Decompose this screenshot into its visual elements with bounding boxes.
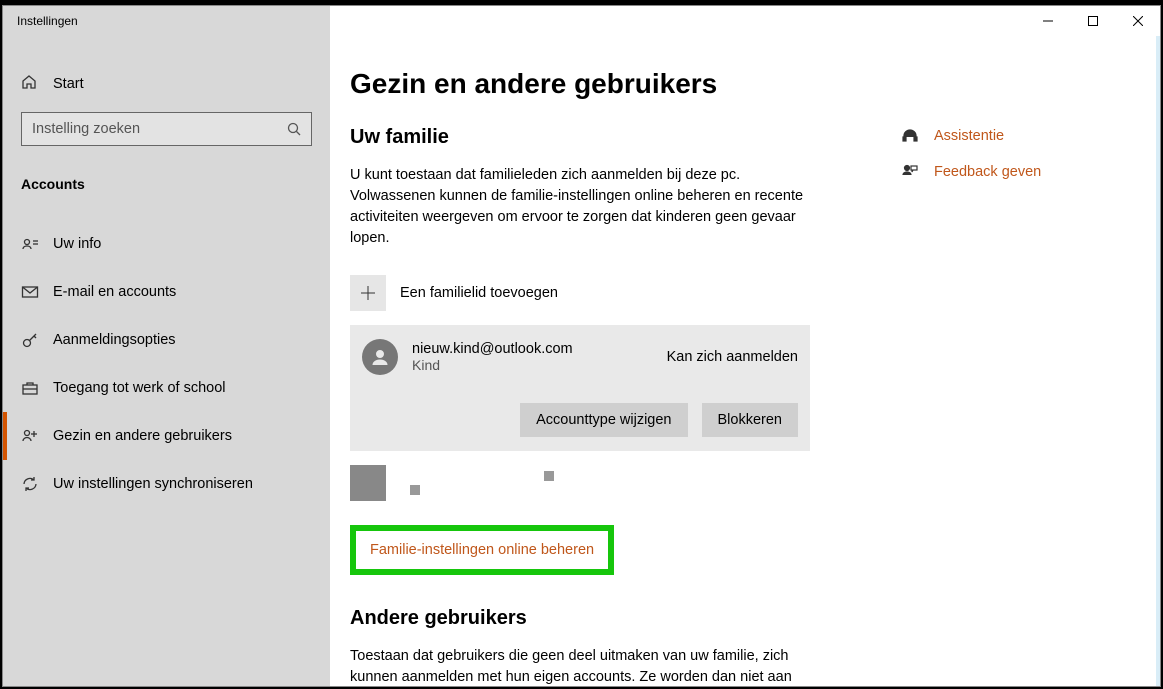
- feedback-link[interactable]: Feedback geven: [900, 162, 1120, 182]
- feedback-label: Feedback geven: [934, 164, 1041, 180]
- content-column: Uw familie U kunt toestaan dat familiele…: [350, 126, 810, 686]
- sidebar-item-signin-options[interactable]: Aanmeldingsopties: [3, 316, 330, 364]
- window-controls: [1025, 6, 1160, 36]
- search-icon: [287, 122, 301, 136]
- family-description: U kunt toestaan dat familieleden zich aa…: [350, 165, 810, 249]
- home-icon: [21, 74, 37, 95]
- sidebar-item-your-info[interactable]: Uw info: [3, 220, 330, 268]
- sidebar-item-family-users[interactable]: Gezin en andere gebruikers: [3, 412, 330, 460]
- avatar-icon: [362, 339, 398, 375]
- other-users-heading: Andere gebruikers: [350, 607, 810, 630]
- sidebar-item-label: E-mail en accounts: [53, 284, 176, 300]
- add-family-member-button[interactable]: Een familielid toevoegen: [350, 275, 810, 311]
- help-column: Assistentie Feedback geven: [900, 126, 1120, 686]
- sidebar-item-label: Aanmeldingsopties: [53, 332, 176, 348]
- headset-icon: [900, 126, 920, 146]
- home-button[interactable]: Start: [3, 66, 330, 102]
- member-email: nieuw.kind@outlook.com: [412, 341, 667, 357]
- settings-window: Instellingen Start: [2, 5, 1161, 687]
- mail-icon: [21, 283, 39, 301]
- person-card-icon: [21, 235, 39, 253]
- family-member-card[interactable]: nieuw.kind@outlook.com Kind Kan zich aan…: [350, 325, 810, 451]
- placeholder-dot: [544, 471, 554, 481]
- close-icon: [1133, 16, 1143, 26]
- sidebar: Start Accounts Uw info: [3, 36, 330, 686]
- manage-online-highlight: Familie-instellingen online beheren: [350, 525, 614, 575]
- nav-list: Uw info E-mail en accounts Aanmeldingsop…: [3, 206, 330, 508]
- sidebar-item-label: Toegang tot werk of school: [53, 380, 226, 396]
- plus-icon: [350, 275, 386, 311]
- home-label: Start: [53, 76, 84, 92]
- main-panel: Gezin en andere gebruikers Uw familie U …: [330, 36, 1160, 686]
- window-body: Start Accounts Uw info: [3, 36, 1160, 686]
- other-users-section: Andere gebruikers Toestaan dat gebruiker…: [350, 607, 810, 686]
- key-icon: [21, 331, 39, 349]
- sidebar-item-label: Uw info: [53, 236, 101, 252]
- page-title: Gezin en andere gebruikers: [350, 68, 1126, 100]
- loading-placeholder: [350, 465, 810, 501]
- member-actions: Accounttype wijzigen Blokkeren: [362, 403, 798, 437]
- close-button[interactable]: [1115, 6, 1160, 36]
- search-input[interactable]: [32, 121, 287, 137]
- block-button[interactable]: Blokkeren: [702, 403, 798, 437]
- titlebar: Instellingen: [3, 6, 1160, 36]
- placeholder-box: [350, 465, 386, 501]
- member-header: nieuw.kind@outlook.com Kind Kan zich aan…: [362, 339, 798, 375]
- content-row: Uw familie U kunt toestaan dat familiele…: [350, 126, 1126, 686]
- sidebar-item-label: Gezin en andere gebruikers: [53, 428, 232, 444]
- search-box[interactable]: [21, 112, 312, 146]
- category-heading: Accounts: [3, 146, 330, 206]
- briefcase-icon: [21, 379, 39, 397]
- family-heading: Uw familie: [350, 126, 810, 149]
- sidebar-item-email-accounts[interactable]: E-mail en accounts: [3, 268, 330, 316]
- change-account-type-button[interactable]: Accounttype wijzigen: [520, 403, 687, 437]
- other-users-description: Toestaan dat gebruikers die geen deel ui…: [350, 646, 810, 686]
- assistance-label: Assistentie: [934, 128, 1004, 144]
- placeholder-dot: [410, 485, 420, 495]
- window-title: Instellingen: [3, 14, 330, 28]
- assistance-link[interactable]: Assistentie: [900, 126, 1120, 146]
- minimize-icon: [1043, 16, 1053, 26]
- minimize-button[interactable]: [1025, 6, 1070, 36]
- add-family-label: Een familielid toevoegen: [400, 285, 558, 301]
- maximize-icon: [1088, 16, 1098, 26]
- sidebar-item-label: Uw instellingen synchroniseren: [53, 476, 253, 492]
- sync-icon: [21, 475, 39, 493]
- manage-family-online-link[interactable]: Familie-instellingen online beheren: [370, 542, 594, 558]
- people-plus-icon: [21, 427, 39, 445]
- maximize-button[interactable]: [1070, 6, 1115, 36]
- sidebar-item-work-school[interactable]: Toegang tot werk of school: [3, 364, 330, 412]
- feedback-icon: [900, 162, 920, 182]
- sidebar-item-sync-settings[interactable]: Uw instellingen synchroniseren: [3, 460, 330, 508]
- scrollbar[interactable]: [1156, 36, 1160, 686]
- member-info: nieuw.kind@outlook.com Kind: [412, 341, 667, 373]
- member-status: Kan zich aanmelden: [667, 349, 798, 365]
- member-role: Kind: [412, 357, 667, 373]
